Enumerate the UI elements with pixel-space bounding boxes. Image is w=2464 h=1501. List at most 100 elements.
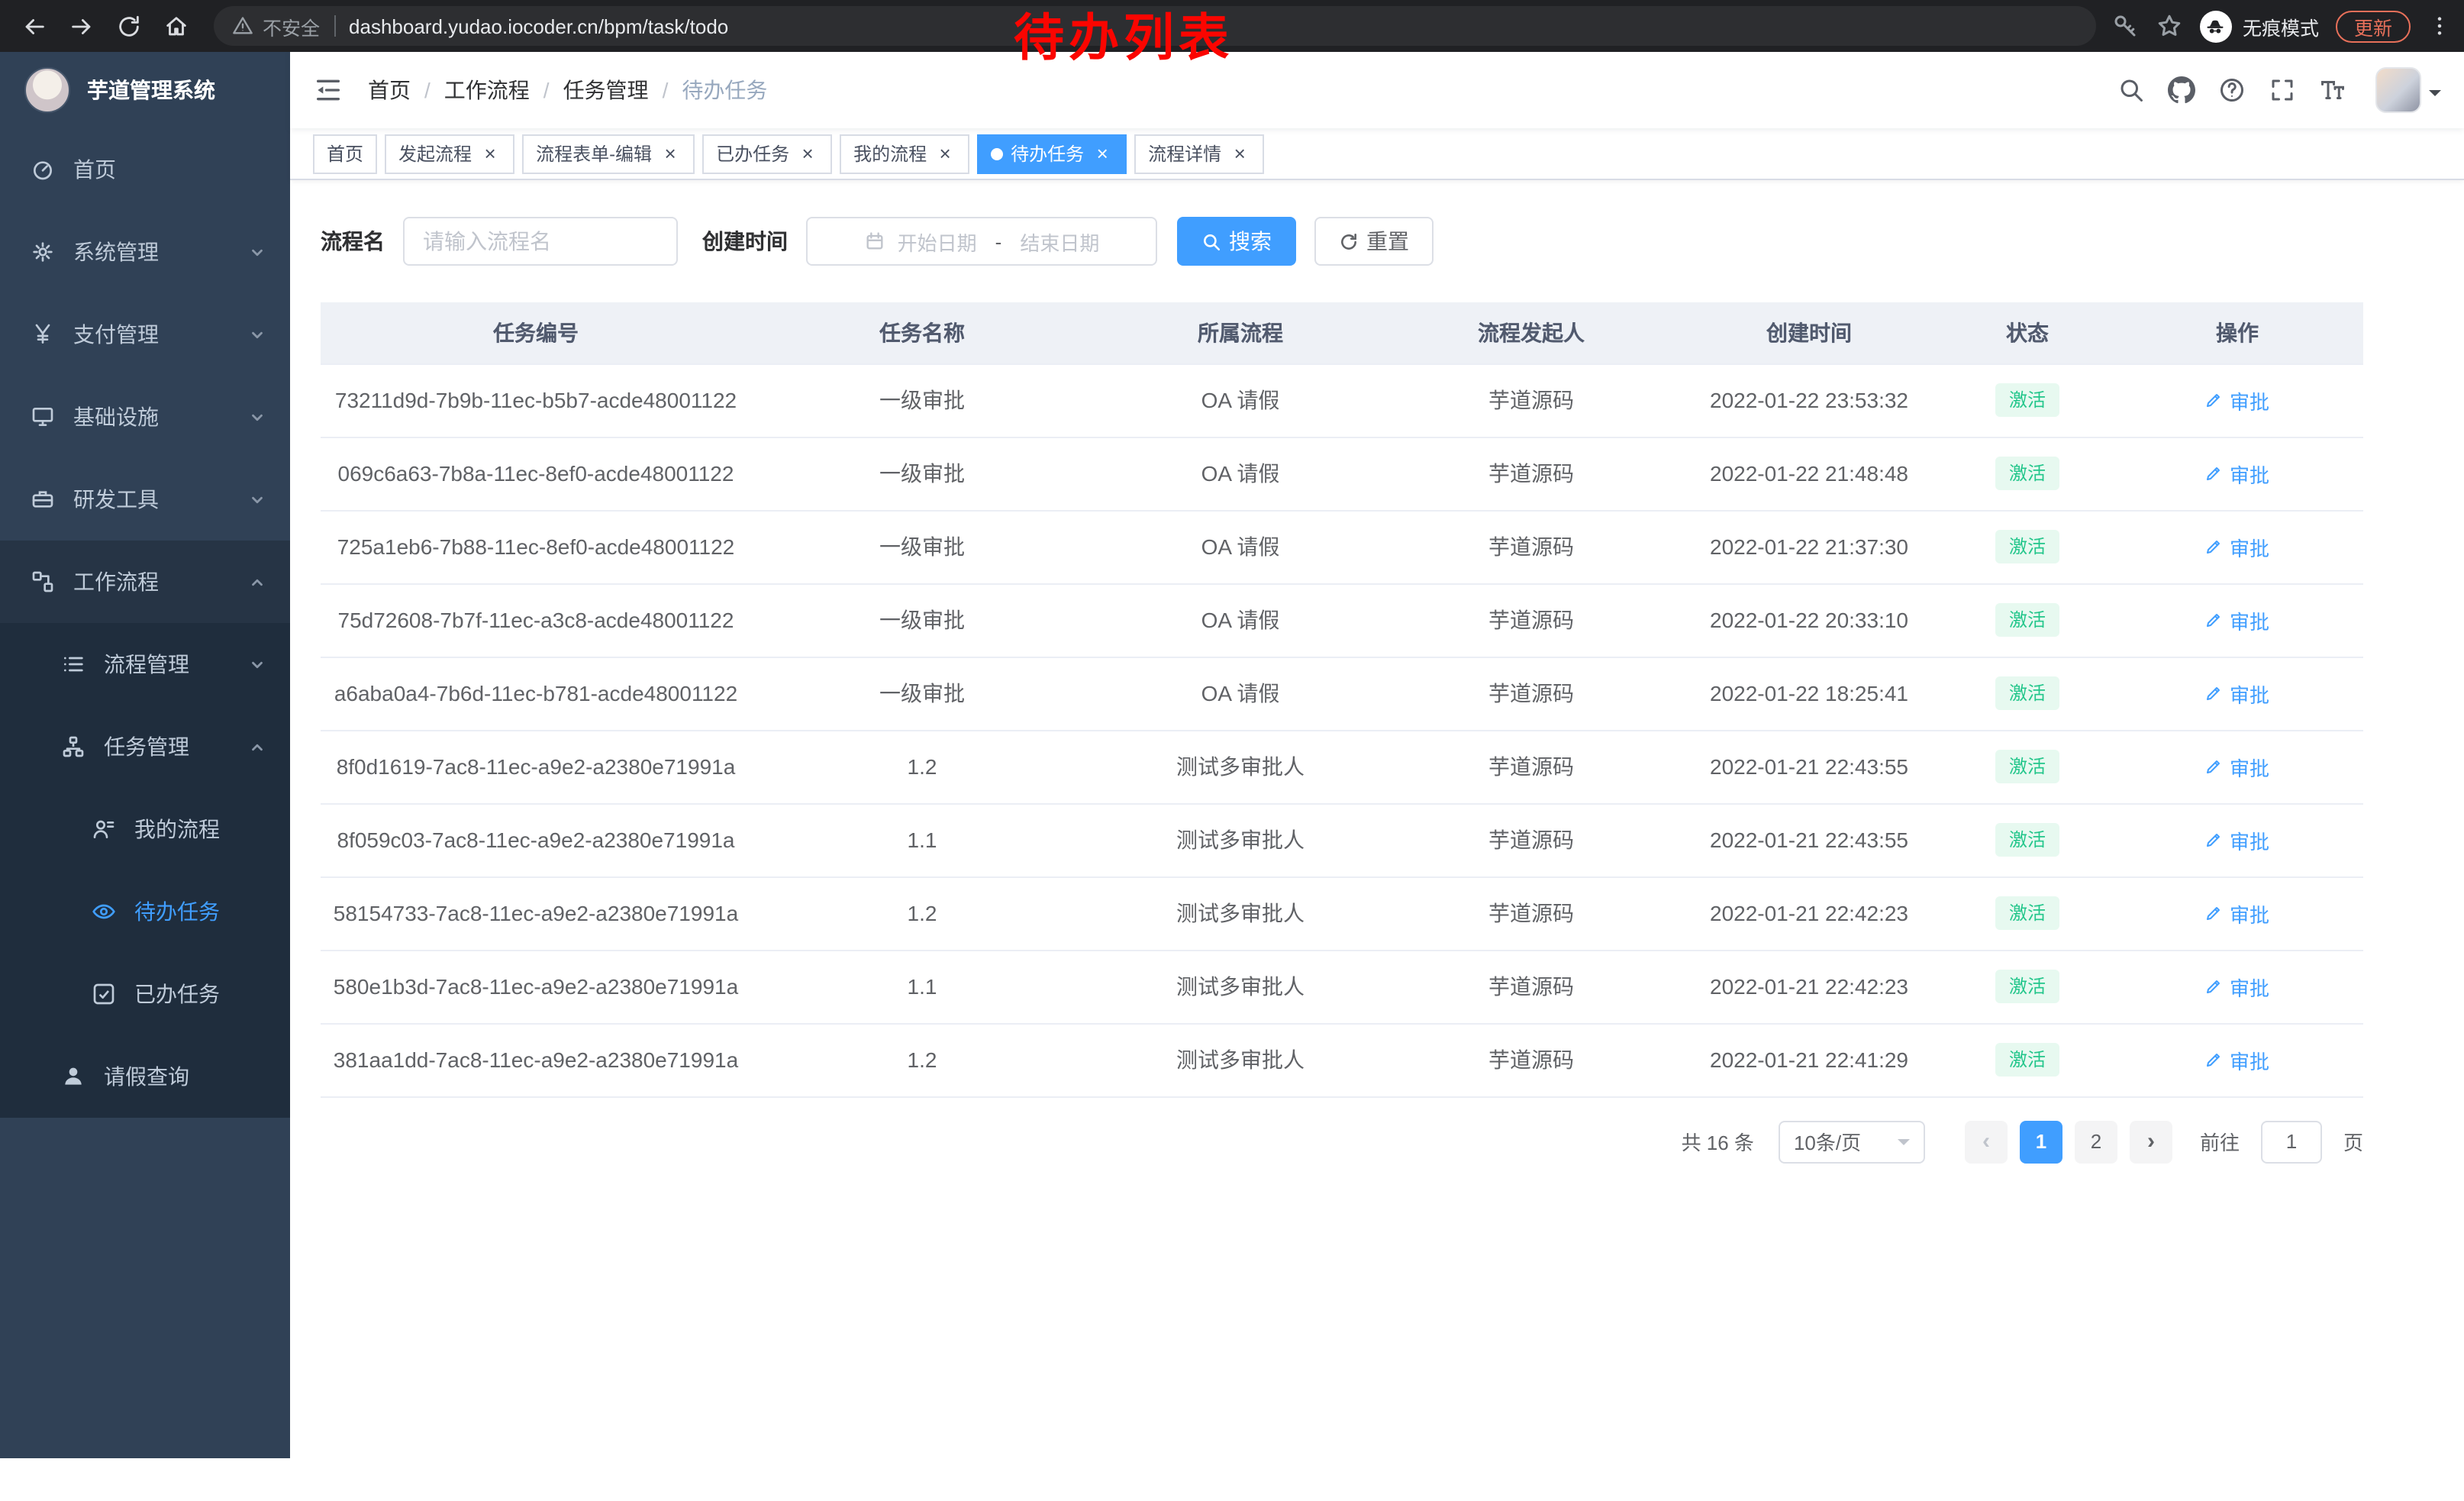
user-menu[interactable] bbox=[2375, 67, 2441, 113]
reset-button[interactable]: 重置 bbox=[1314, 217, 1434, 266]
cell-status: 激活 bbox=[1943, 583, 2111, 657]
cell-status: 激活 bbox=[1943, 363, 2111, 437]
sidebar-item-devtools[interactable]: 研发工具 bbox=[0, 458, 290, 541]
update-button[interactable]: 更新 bbox=[2336, 10, 2411, 42]
approve-link[interactable]: 审批 bbox=[2205, 679, 2269, 708]
chevron-down-icon bbox=[249, 491, 266, 508]
cell-actions: 审批 bbox=[2111, 950, 2363, 1023]
sidebar-item-infra[interactable]: 基础设施 bbox=[0, 376, 290, 458]
approve-link[interactable]: 审批 bbox=[2205, 972, 2269, 1001]
cell-task-id: 069c6a63-7b8a-11ec-8ef0-acde48001122 bbox=[321, 437, 751, 510]
chevron-down-icon bbox=[249, 656, 266, 673]
reload-button[interactable] bbox=[107, 5, 150, 47]
tab-home[interactable]: 首页 bbox=[313, 134, 377, 173]
list-icon bbox=[61, 652, 85, 676]
sidebar-item-payment[interactable]: 支付管理 bbox=[0, 293, 290, 376]
github-icon[interactable] bbox=[2168, 76, 2195, 104]
eye-icon bbox=[92, 899, 116, 924]
cell-process: OA 请假 bbox=[1093, 657, 1388, 730]
sidebar-item-label: 首页 bbox=[73, 154, 116, 185]
browser-menu-icon[interactable] bbox=[2427, 14, 2452, 38]
approve-link[interactable]: 审批 bbox=[2205, 386, 2269, 415]
fullscreen-icon[interactable] bbox=[2269, 76, 2296, 104]
close-icon[interactable] bbox=[1229, 143, 1250, 164]
sidebar-item-todo-tasks[interactable]: 待办任务 bbox=[0, 870, 290, 953]
page-button-2[interactable]: 2 bbox=[2075, 1120, 2117, 1163]
sidebar-item-leave-query[interactable]: 请假查询 bbox=[0, 1035, 290, 1118]
cell-process: 测试多审批人 bbox=[1093, 730, 1388, 803]
sidebar-item-task-mgmt[interactable]: 任务管理 bbox=[0, 705, 290, 788]
breadcrumb-item[interactable]: 首页 bbox=[368, 75, 411, 105]
approve-link[interactable]: 审批 bbox=[2205, 459, 2269, 488]
cell-task-id: 73211d9d-7b9b-11ec-b5b7-acde48001122 bbox=[321, 363, 751, 437]
bookmark-star-icon[interactable] bbox=[2156, 12, 2183, 40]
filter-bar: 流程名 创建时间 开始日期 - 结束日期 搜索 bbox=[321, 217, 2433, 266]
font-size-icon[interactable] bbox=[2319, 76, 2346, 104]
approve-link[interactable]: 审批 bbox=[2205, 532, 2269, 561]
close-icon[interactable] bbox=[1092, 143, 1113, 164]
status-badge: 激活 bbox=[1995, 383, 2059, 418]
sidebar-item-home[interactable]: 首页 bbox=[0, 128, 290, 211]
table-row: a6aba0a4-7b6d-11ec-b781-acde48001122 一级审… bbox=[321, 657, 2363, 730]
monitor-icon bbox=[31, 405, 55, 429]
tab-process-detail[interactable]: 流程详情 bbox=[1134, 134, 1264, 173]
help-icon[interactable] bbox=[2218, 76, 2246, 104]
home-button[interactable] bbox=[154, 5, 197, 47]
status-badge: 激活 bbox=[1995, 749, 2059, 784]
sidebar-item-my-processes[interactable]: 我的流程 bbox=[0, 788, 290, 870]
cell-created: 2022-01-21 22:41:29 bbox=[1675, 1023, 1943, 1096]
cell-created: 2022-01-22 23:53:32 bbox=[1675, 363, 1943, 437]
close-icon[interactable] bbox=[797, 143, 818, 164]
forward-button[interactable] bbox=[60, 5, 102, 47]
prev-page-button[interactable] bbox=[1965, 1120, 2008, 1163]
cell-task-name: 一级审批 bbox=[751, 510, 1093, 583]
user-avatar bbox=[2375, 67, 2421, 113]
approve-link[interactable]: 审批 bbox=[2205, 605, 2269, 634]
sidebar-item-done-tasks[interactable]: 已办任务 bbox=[0, 953, 290, 1035]
approve-link[interactable]: 审批 bbox=[2205, 1045, 2269, 1074]
tab-done-tasks[interactable]: 已办任务 bbox=[702, 134, 832, 173]
cell-task-name: 1.1 bbox=[751, 950, 1093, 1023]
cell-task-id: 725a1eb6-7b88-11ec-8ef0-acde48001122 bbox=[321, 510, 751, 583]
breadcrumb-item[interactable]: 工作流程 bbox=[444, 75, 530, 105]
url-text: dashboard.yudao.iocoder.cn/bpm/task/todo bbox=[349, 15, 728, 37]
tab-start-process[interactable]: 发起流程 bbox=[385, 134, 514, 173]
sidebar-item-system[interactable]: 系统管理 bbox=[0, 211, 290, 293]
approve-link[interactable]: 审批 bbox=[2205, 825, 2269, 854]
next-page-button[interactable] bbox=[2130, 1120, 2172, 1163]
tab-form-edit[interactable]: 流程表单-编辑 bbox=[522, 134, 695, 173]
approve-link[interactable]: 审批 bbox=[2205, 752, 2269, 781]
close-icon[interactable] bbox=[934, 143, 956, 164]
date-range-picker[interactable]: 开始日期 - 结束日期 bbox=[806, 217, 1157, 266]
cell-created: 2022-01-22 21:37:30 bbox=[1675, 510, 1943, 583]
sidebar-item-process-mgmt[interactable]: 流程管理 bbox=[0, 623, 290, 705]
chevron-down-icon bbox=[249, 244, 266, 260]
col-task-name: 任务名称 bbox=[751, 302, 1093, 363]
password-key-icon[interactable] bbox=[2111, 12, 2139, 40]
sidebar-item-workflow[interactable]: 工作流程 bbox=[0, 541, 290, 623]
page-button-1[interactable]: 1 bbox=[2020, 1120, 2062, 1163]
back-button[interactable] bbox=[12, 5, 55, 47]
sidebar-logo-row[interactable]: 芋道管理系统 bbox=[0, 52, 290, 128]
goto-page-input[interactable] bbox=[2261, 1120, 2322, 1163]
approve-link[interactable]: 审批 bbox=[2205, 899, 2269, 928]
col-actions: 操作 bbox=[2111, 302, 2363, 363]
pagination: 共 16 条 10条/页 1 2 前往 页 bbox=[321, 1120, 2363, 1163]
cell-status: 激活 bbox=[1943, 950, 2111, 1023]
process-name-input[interactable] bbox=[423, 229, 658, 253]
page-size-select[interactable]: 10条/页 bbox=[1779, 1120, 1925, 1163]
sidebar-collapse-icon[interactable] bbox=[313, 75, 343, 105]
close-icon[interactable] bbox=[479, 143, 501, 164]
calendar-icon bbox=[864, 231, 885, 252]
search-icon[interactable] bbox=[2117, 76, 2145, 104]
cell-process: 测试多审批人 bbox=[1093, 950, 1388, 1023]
tab-my-processes[interactable]: 我的流程 bbox=[840, 134, 969, 173]
close-icon[interactable] bbox=[660, 143, 681, 164]
gear-icon bbox=[31, 240, 55, 264]
cell-process: 测试多审批人 bbox=[1093, 1023, 1388, 1096]
breadcrumb-item[interactable]: 任务管理 bbox=[563, 75, 649, 105]
navbar: 首页 / 工作流程 / 任务管理 / 待办任务 bbox=[290, 52, 2464, 128]
search-button[interactable]: 搜索 bbox=[1177, 217, 1296, 266]
status-badge: 激活 bbox=[1995, 602, 2059, 638]
tab-todo-tasks[interactable]: 待办任务 bbox=[977, 134, 1127, 173]
